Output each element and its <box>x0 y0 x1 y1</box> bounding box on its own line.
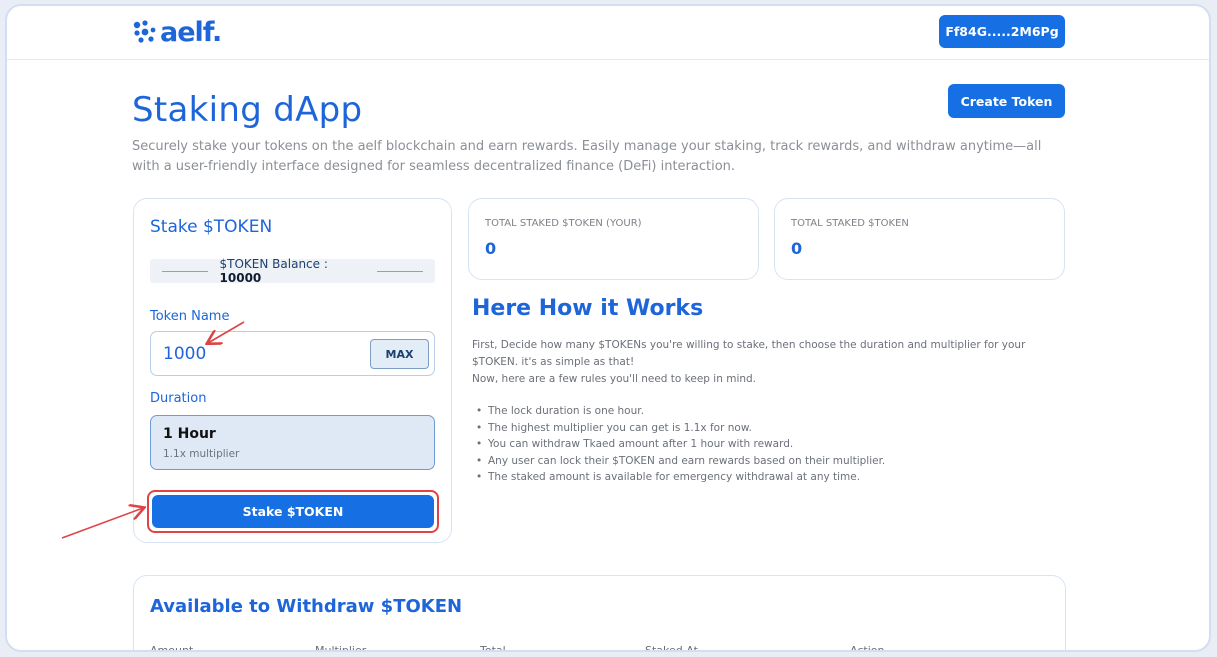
rule-item: The highest multiplier you can get is 1.… <box>472 420 1052 437</box>
app-window: aelf. Ff84G.....2M6Pg Staking dApp Creat… <box>5 4 1211 652</box>
column-header-multiplier: Multiplier <box>315 644 367 652</box>
max-button[interactable]: MAX <box>370 339 429 369</box>
duration-option-multiplier: 1.1x multiplier <box>163 448 240 460</box>
how-it-works-description: First, Decide how many $TOKENs you're wi… <box>472 337 1052 388</box>
withdraw-title: Available to Withdraw $TOKEN <box>150 596 463 617</box>
how-it-works-title: Here How it Works <box>472 296 704 321</box>
stat-label: TOTAL STAKED $TOKEN (YOUR) <box>485 218 642 229</box>
column-header-total: Total <box>480 644 506 652</box>
token-amount-input[interactable] <box>163 340 353 368</box>
how-intro-line-2: Now, here are a few rules you'll need to… <box>472 373 757 385</box>
duration-option-1-hour[interactable]: 1 Hour 1.1x multiplier <box>150 415 435 470</box>
stat-label: TOTAL STAKED $TOKEN <box>791 218 909 229</box>
stake-token-button[interactable]: Stake $TOKEN <box>152 495 434 528</box>
withdraw-card: Available to Withdraw $TOKEN Amount Mult… <box>133 575 1066 652</box>
token-name-label: Token Name <box>150 309 230 324</box>
stat-card-total-staked: TOTAL STAKED $TOKEN 0 <box>774 198 1065 280</box>
stake-card-title: Stake $TOKEN <box>150 217 273 237</box>
column-header-amount: Amount <box>150 644 194 652</box>
token-balance-bar: $TOKEN Balance : 10000 <box>150 257 435 285</box>
column-header-action: Action <box>850 644 885 652</box>
duration-option-name: 1 Hour <box>163 426 216 442</box>
column-header-staked-at: Staked At <box>645 644 698 652</box>
stake-card: Stake $TOKEN $TOKEN Balance : 10000 Toke… <box>133 198 452 543</box>
page-description: Securely stake your tokens on the aelf b… <box>132 139 1042 174</box>
create-token-button[interactable]: Create Token <box>948 84 1065 118</box>
wallet-address-button[interactable]: Ff84G.....2M6Pg <box>939 15 1065 48</box>
rules-list: The lock duration is one hour. The highe… <box>472 403 1052 486</box>
token-amount-field: MAX <box>150 331 435 376</box>
stat-value: 0 <box>485 239 497 258</box>
how-intro-line-1: First, Decide how many $TOKENs you're wi… <box>472 339 1026 368</box>
stat-value: 0 <box>791 239 803 258</box>
token-balance-value: 10000 <box>219 271 262 285</box>
token-balance: $TOKEN Balance : 10000 <box>219 257 328 285</box>
page-title: Staking dApp <box>132 90 363 130</box>
balance-divider-right <box>377 270 423 272</box>
stake-button-highlight: Stake $TOKEN <box>147 490 439 533</box>
balance-divider-left <box>162 270 208 272</box>
rule-item: Any user can lock their $TOKEN and earn … <box>472 453 1052 470</box>
duration-label: Duration <box>150 391 207 406</box>
logo-text: aelf. <box>160 16 222 48</box>
aelf-logo[interactable]: aelf. <box>132 16 222 48</box>
aelf-logo-icon <box>133 20 156 43</box>
rule-item: You can withdraw Tkaed amount after 1 ho… <box>472 436 1052 453</box>
top-navbar: aelf. Ff84G.....2M6Pg <box>7 6 1209 60</box>
stat-card-your-staked: TOTAL STAKED $TOKEN (YOUR) 0 <box>468 198 759 280</box>
rule-item: The staked amount is available for emerg… <box>472 469 1052 486</box>
rule-item: The lock duration is one hour. <box>472 403 1052 420</box>
